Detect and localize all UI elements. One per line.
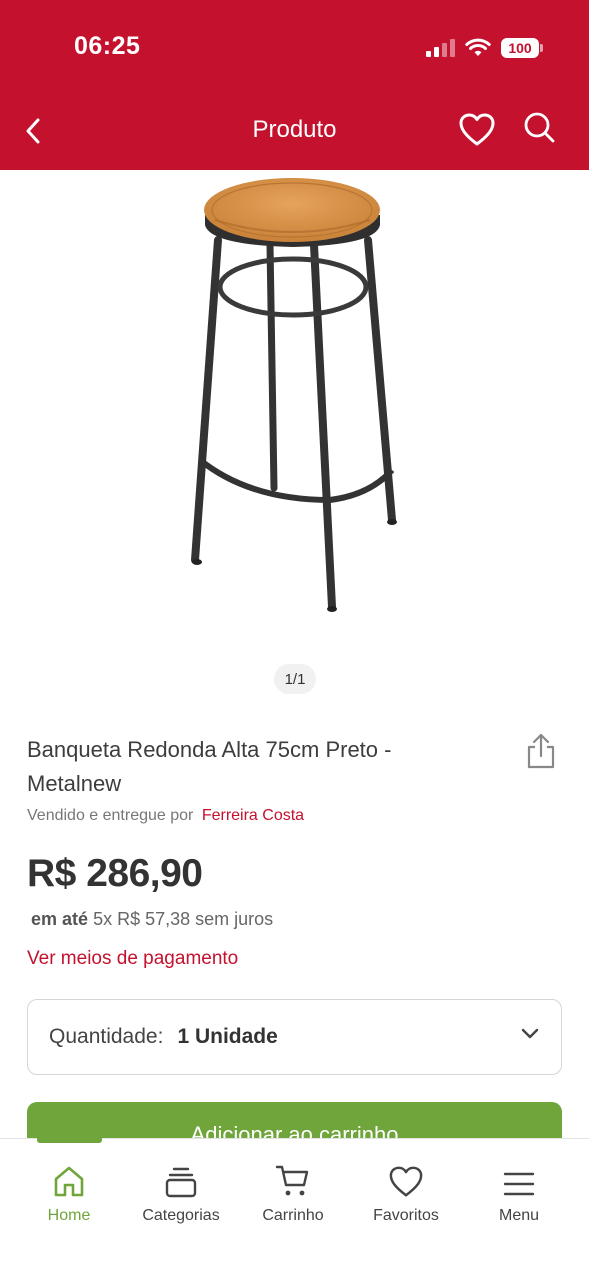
image-pager: 1/1 (274, 664, 316, 694)
nav-label-favorites: Favoritos (373, 1207, 439, 1224)
bottom-navigation: Home Categorias Carrinho Favoritos Menu (0, 1138, 589, 1280)
share-button[interactable] (523, 731, 559, 776)
favorite-button[interactable] (458, 112, 496, 153)
cart-icon (275, 1165, 309, 1196)
nav-item-home[interactable]: Home (14, 1161, 124, 1225)
search-button[interactable] (522, 110, 558, 151)
nav-label-menu: Menu (498, 1207, 540, 1224)
product-title: Banqueta Redonda Alta 75cm Preto - Metal… (27, 737, 392, 796)
quantity-value: 1 Unidade (177, 1025, 278, 1048)
wifi-icon (465, 38, 491, 56)
seller-prefix: Vendido e entregue por (27, 807, 194, 824)
installments: em até 5x R$ 57,38 sem juros (31, 909, 273, 930)
nav-item-favorites[interactable]: Favoritos (351, 1161, 461, 1225)
heart-icon (459, 113, 495, 146)
heart-icon (389, 1166, 423, 1197)
nav-item-categories[interactable]: Categorias (126, 1161, 236, 1225)
payment-methods-link[interactable]: Ver meios de pagamento (27, 948, 238, 970)
share-icon (527, 733, 555, 769)
product-price: R$ 286,90 (27, 852, 203, 895)
installments-text: 5x R$ 57,38 sem juros (93, 909, 274, 929)
nav-label-home: Home (47, 1207, 91, 1224)
installments-prefix: em até (31, 909, 89, 929)
status-time: 06:25 (74, 32, 141, 60)
product-image[interactable] (0, 170, 589, 650)
nav-label-categories: Categorias (142, 1207, 220, 1224)
categories-icon (165, 1167, 197, 1198)
signal-icon (426, 39, 455, 57)
search-icon (524, 112, 555, 143)
bar-stool-image (191, 178, 397, 612)
seller-info: Vendido e entregue por Ferreira Costa (27, 807, 304, 825)
active-tab-indicator (37, 1138, 102, 1143)
quantity-label: Quantidade: (49, 1025, 164, 1048)
status-icons: 100 (426, 36, 543, 60)
chevron-down-icon (521, 1028, 539, 1039)
page-title: Produto (252, 116, 337, 143)
nav-item-cart[interactable]: Carrinho (238, 1161, 348, 1225)
seller-name-link[interactable]: Ferreira Costa (202, 807, 304, 824)
quantity-select[interactable]: Quantidade: 1 Unidade (27, 999, 562, 1075)
product-page: 06:25 100 Produto 1/1 Banqueta Redonda A… (0, 0, 589, 1280)
menu-icon (503, 1172, 535, 1196)
nav-label-cart: Carrinho (262, 1207, 324, 1224)
home-icon (54, 1166, 84, 1197)
battery-icon: 100 (501, 38, 543, 58)
nav-item-menu[interactable]: Menu (464, 1161, 574, 1225)
app-header: 06:25 100 Produto (0, 0, 589, 170)
